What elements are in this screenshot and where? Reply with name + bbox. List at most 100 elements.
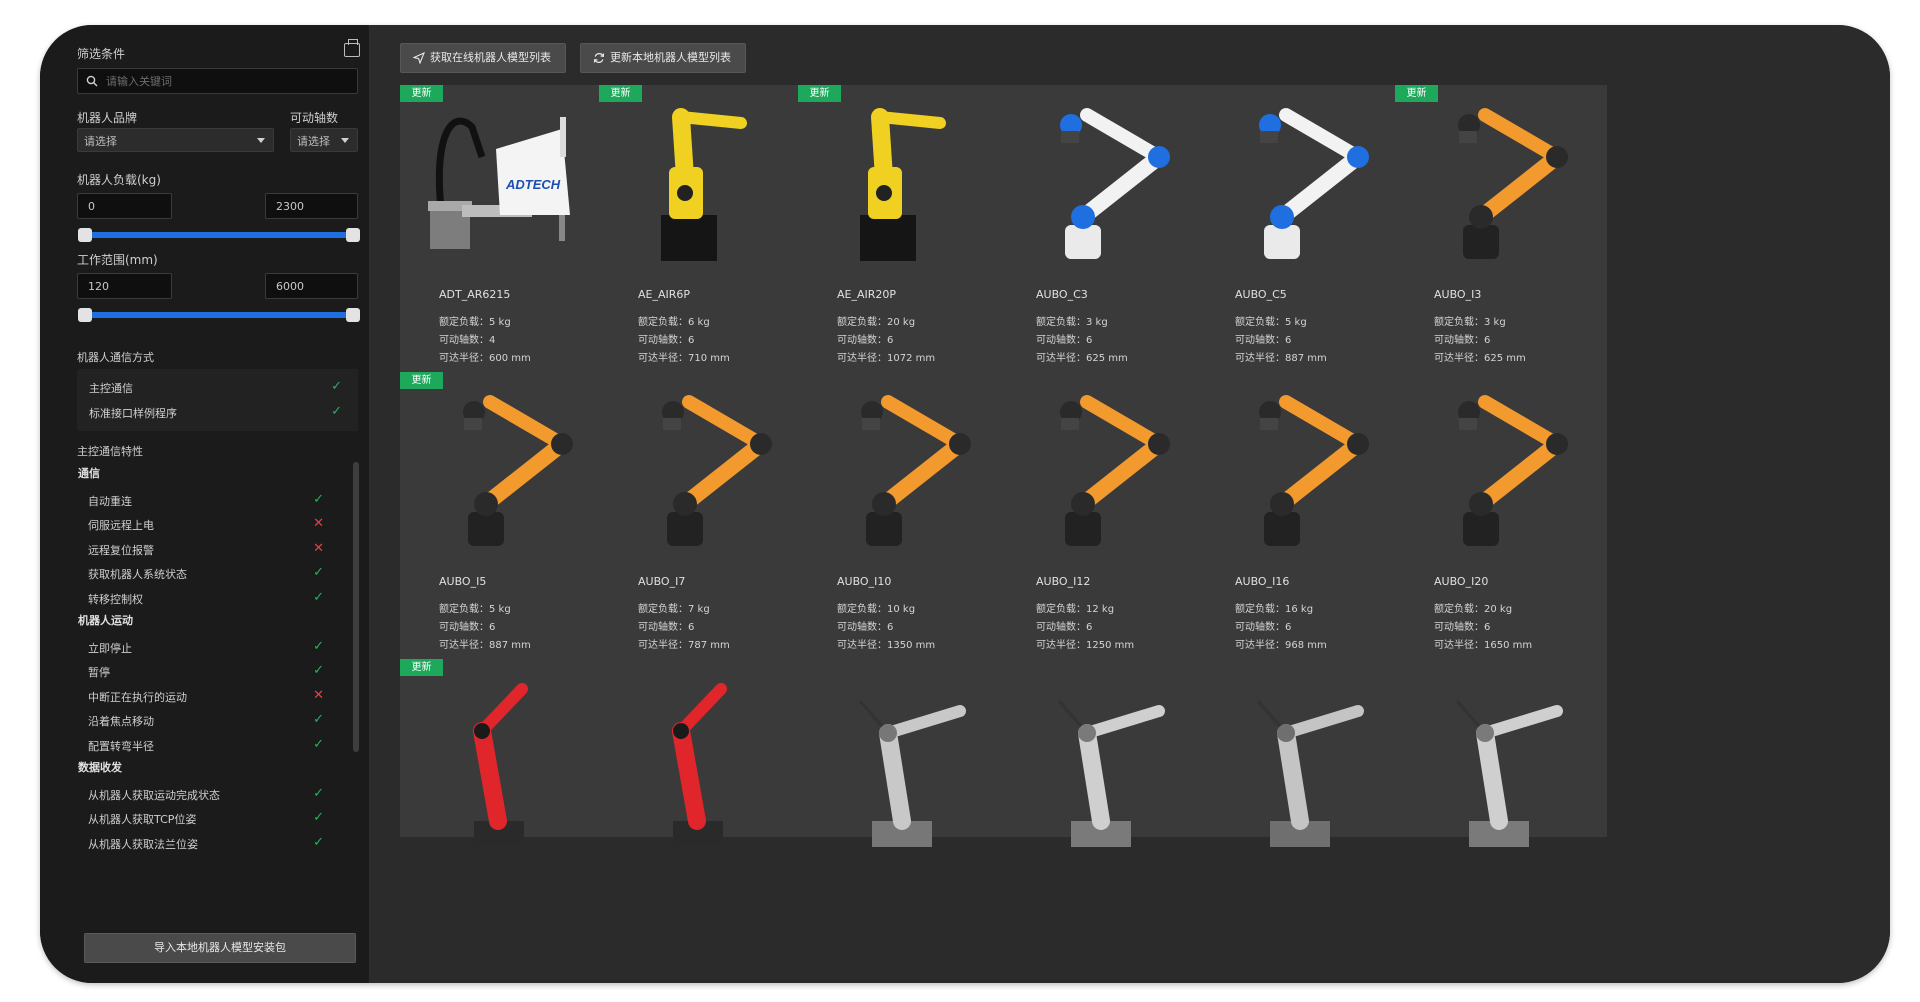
spec-axes: 可动轴数：6 <box>837 618 893 633</box>
comm-option[interactable]: 主控通信 ✓ <box>77 375 358 399</box>
spec-axes-label: 可动轴数： <box>1235 335 1285 346</box>
robot-card[interactable]: AUBO_C3 额定负载：3 kg 可动轴数：6 可达半径：625 mm <box>997 85 1209 413</box>
spec-reach-label: 可达半径： <box>1036 353 1086 364</box>
brand-select-value: 请选择 <box>84 135 117 148</box>
robot-name: AUBO_C3 <box>1036 288 1088 301</box>
robot-card[interactable] <box>997 659 1209 847</box>
slider-handle-min[interactable] <box>78 308 92 322</box>
slider-handle-min[interactable] <box>78 228 92 242</box>
spec-payload: 额定负载：3 kg <box>1434 313 1506 328</box>
feature-group-title: 数据收发 <box>78 761 122 774</box>
check-icon: ✓ <box>331 404 342 419</box>
axes-select[interactable]: 请选择 <box>290 128 358 152</box>
spec-payload: 额定负载：6 kg <box>638 313 710 328</box>
spec-payload: 额定负载：5 kg <box>1235 313 1307 328</box>
feature-item-label: 伺服远程上电 <box>88 519 154 533</box>
import-package-button[interactable]: 导入本地机器人模型安装包 <box>84 933 356 963</box>
spec-payload-label: 额定负载： <box>439 317 489 328</box>
app-window: 筛选条件 机器人品牌 可动轴数 请选择 请选择 机器人负载(kg) 0 2300… <box>40 25 1890 983</box>
sidebar-scrollbar[interactable] <box>353 462 359 752</box>
feature-item-label: 转移控制权 <box>88 592 143 606</box>
check-icon: ✓ <box>313 589 324 605</box>
robot-name: ADT_AR6215 <box>439 288 511 301</box>
robot-image <box>1407 97 1595 277</box>
spec-axes: 可动轴数：6 <box>837 331 893 346</box>
robot-card[interactable]: AUBO_C5 额定负载：5 kg 可动轴数：6 可达半径：887 mm <box>1196 85 1408 413</box>
robot-card[interactable]: 更新 AE_AIR20P 额定负载：20 kg 可动轴数：6 可达半径：1072 mm <box>798 85 1010 413</box>
payload-max-input[interactable]: 2300 <box>265 193 358 219</box>
spec-axes-label: 可动轴数： <box>1036 335 1086 346</box>
spec-payload: 额定负载：5 kg <box>439 313 511 328</box>
comm-option[interactable]: 标准接口样例程序 ✓ <box>77 400 358 424</box>
feature-item: 立即停止 ✓ <box>88 637 324 659</box>
spec-reach-value: 1650 mm <box>1484 640 1533 651</box>
range-max-input[interactable]: 6000 <box>265 273 358 299</box>
spec-payload: 额定负载：5 kg <box>439 600 511 615</box>
brand-select[interactable]: 请选择 <box>77 128 274 152</box>
refresh-local-button[interactable]: 更新本地机器人模型列表 <box>580 43 746 73</box>
robot-card[interactable]: AUBO_I7 额定负载：7 kg 可动轴数：6 可达半径：787 mm <box>599 372 811 700</box>
robot-card[interactable]: ADTECH 更新 ADT_AR6215 额定负载：5 kg 可动轴数：4 可达半径：60… <box>400 85 612 413</box>
robot-image <box>1208 97 1396 277</box>
feature-item-label: 自动重连 <box>88 495 132 508</box>
spec-axes-label: 可动轴数： <box>1434 335 1484 346</box>
export-icon[interactable] <box>344 39 360 57</box>
robot-card[interactable]: AUBO_I10 额定负载：10 kg 可动轴数：6 可达半径：1350 mm <box>798 372 1010 700</box>
robot-card[interactable] <box>1395 659 1607 847</box>
spec-axes: 可动轴数：6 <box>1434 331 1490 346</box>
spec-payload-label: 额定负载： <box>837 317 887 328</box>
robot-card[interactable] <box>798 659 1010 847</box>
robot-card[interactable]: 更新 AE_AIR6P 额定负载：6 kg 可动轴数：6 可达半径：710 mm <box>599 85 811 413</box>
spec-payload-label: 额定负载： <box>1235 604 1285 615</box>
spec-payload-label: 额定负载： <box>439 604 489 615</box>
spec-axes: 可动轴数：6 <box>1235 331 1291 346</box>
cross-icon: ✕ <box>313 687 324 703</box>
spec-reach-label: 可达半径： <box>1235 353 1285 364</box>
feature-item: 从机器人获取运动完成状态 ✓ <box>88 784 324 806</box>
robot-image <box>1009 384 1197 564</box>
features-label: 主控通信特性 <box>77 445 143 458</box>
spec-payload-value: 12 kg <box>1086 604 1115 615</box>
check-icon: ✓ <box>313 736 324 752</box>
spec-axes-label: 可动轴数： <box>638 622 688 633</box>
brand-label: 机器人品牌 <box>77 111 138 125</box>
robot-image: ADTECH <box>412 97 600 277</box>
search-box[interactable] <box>77 68 358 94</box>
slider-handle-max[interactable] <box>346 228 360 242</box>
robot-image <box>1009 97 1197 277</box>
spec-axes: 可动轴数：6 <box>638 618 694 633</box>
spec-payload-label: 额定负载： <box>1036 604 1086 615</box>
robot-name: AUBO_I5 <box>439 575 487 588</box>
robot-name: AUBO_I16 <box>1235 575 1290 588</box>
robot-card[interactable]: AUBO_I12 额定负载：12 kg 可动轴数：6 可达半径：1250 mm <box>997 372 1209 700</box>
check-icon: ✓ <box>313 786 324 801</box>
robot-card[interactable]: 更新 AUBO_I5 额定负载：5 kg 可动轴数：6 可达半径：887 mm <box>400 372 612 700</box>
payload-min-input[interactable]: 0 <box>77 193 172 219</box>
spec-axes-value: 6 <box>1484 622 1491 633</box>
spec-payload-value: 5 kg <box>489 604 511 615</box>
spec-axes-value: 6 <box>489 622 496 633</box>
robot-card[interactable]: AUBO_I20 额定负载：20 kg 可动轴数：6 可达半径：1650 mm <box>1395 372 1607 700</box>
payload-slider[interactable] <box>78 228 360 242</box>
spec-reach-value: 1350 mm <box>887 640 936 651</box>
robot-card[interactable] <box>599 659 811 845</box>
spec-payload: 额定负载：16 kg <box>1235 600 1313 615</box>
robot-image <box>1407 671 1595 851</box>
check-icon: ✓ <box>313 565 324 581</box>
spec-reach: 可达半径：1072 mm <box>837 349 935 364</box>
slider-handle-max[interactable] <box>346 308 360 322</box>
range-min-input[interactable]: 120 <box>77 273 172 299</box>
robot-card[interactable]: 更新 AUBO_I3 额定负载：3 kg 可动轴数：6 可达半径：625 mm <box>1395 85 1607 413</box>
robot-card[interactable] <box>1196 659 1408 847</box>
robot-card[interactable]: 更新 <box>400 659 612 845</box>
search-input[interactable] <box>106 74 346 88</box>
spec-reach: 可达半径：787 mm <box>638 636 730 651</box>
robot-card[interactable]: AUBO_I16 额定负载：16 kg 可动轴数：6 可达半径：968 mm <box>1196 372 1408 700</box>
fetch-online-button[interactable]: 获取在线机器人模型列表 <box>400 43 566 73</box>
feature-item: 暂停 ✓ <box>88 661 324 683</box>
spec-axes-value: 6 <box>688 335 695 346</box>
update-badge: 更新 <box>1395 85 1438 102</box>
spec-payload-value: 3 kg <box>1484 317 1506 328</box>
spec-reach-label: 可达半径： <box>837 640 887 651</box>
range-slider[interactable] <box>78 308 360 322</box>
